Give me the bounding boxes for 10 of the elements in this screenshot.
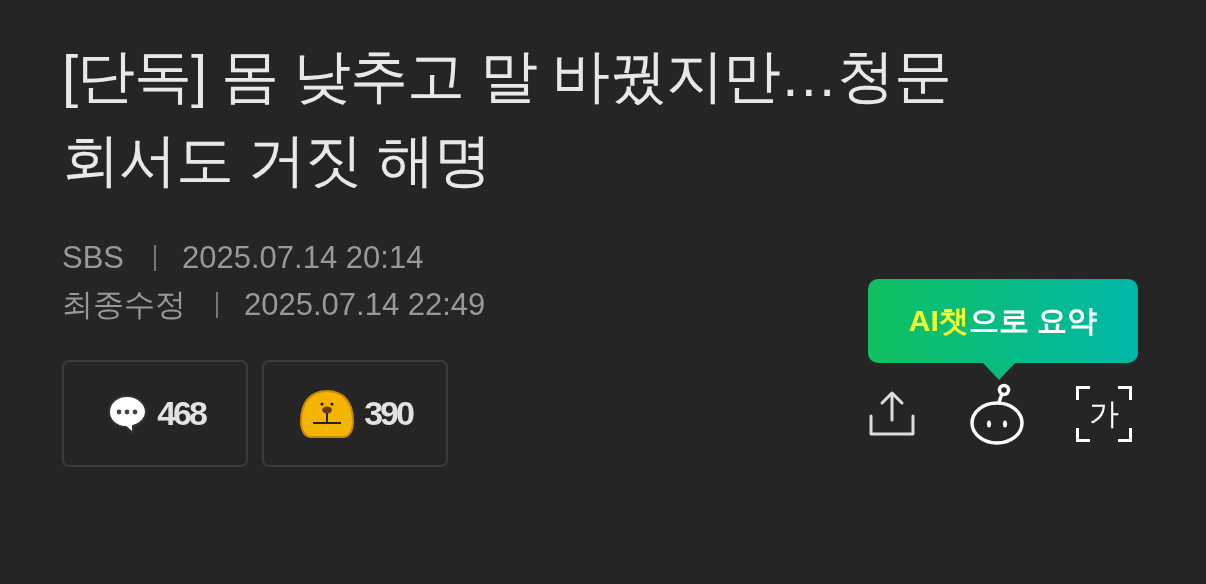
meta-label: 최종수정 <box>62 286 186 324</box>
reaction-button[interactable]: 390 <box>262 360 448 467</box>
comment-button[interactable]: 468 <box>62 360 248 467</box>
meta-label: SBS <box>62 240 125 276</box>
dog-face-icon <box>298 388 357 439</box>
font-size-button[interactable]: 가 <box>1076 386 1132 442</box>
meta-date: 2025.07.14 22:49 <box>244 287 486 323</box>
meta-date: 2025.07.14 20:14 <box>182 240 424 276</box>
headline: [단독] 몸 낮추고 말 바꿨지만…청문 회서도 거짓 해명 <box>62 42 952 194</box>
ai-chat-button[interactable] <box>968 383 1026 445</box>
